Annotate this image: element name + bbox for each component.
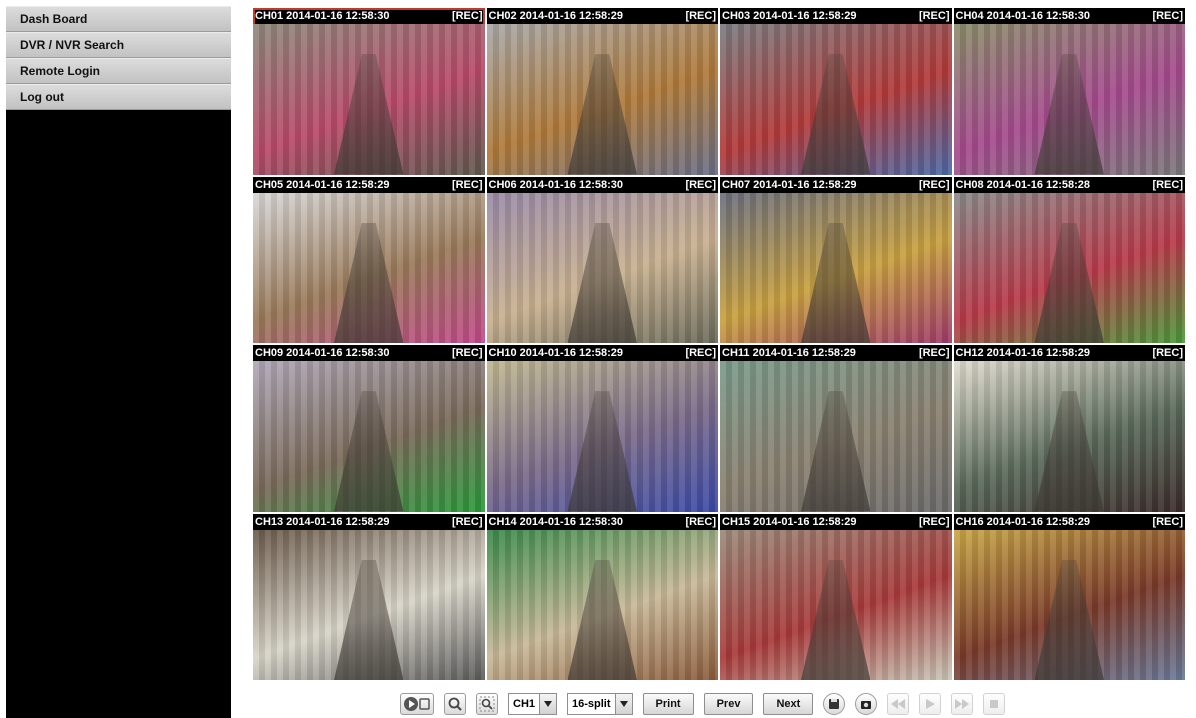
rec-badge: [REC] [1152,10,1183,22]
playback-toolbar: CH1 16-split Print Prev Next [400,692,1006,716]
rec-badge: [REC] [918,515,950,528]
rec-badge: [REC] [451,347,483,359]
camera-title: CH14 2014-01-16 12:58:30 [488,515,624,528]
camera-feed [953,529,1185,680]
rec-badge: [REC] [1152,178,1183,191]
rec-badge: [REC] [451,10,483,22]
camera-feed [253,361,485,512]
camera-feed [253,24,485,175]
camera-feed [486,361,718,512]
split-select[interactable]: 16-split [567,693,633,715]
stop-icon[interactable] [983,693,1006,715]
camera-feed [720,529,952,680]
camera-tile[interactable]: CH07 2014-01-16 12:58:29 [REC] [720,176,952,343]
camera-tile[interactable]: CH06 2014-01-16 12:58:30 [REC] [486,176,718,343]
search-icon[interactable] [444,693,466,715]
camera-feed [486,24,718,175]
fast-forward-icon[interactable] [951,693,974,715]
rec-badge: [REC] [685,347,716,359]
rec-badge: [REC] [918,10,950,22]
camera-grid: CH01 2014-01-16 12:58:30 [REC] CH02 2014-… [253,8,1185,680]
chevron-down-icon [539,694,557,714]
rewind-icon[interactable] [887,693,910,715]
camera-feed [486,192,718,343]
menu-item-dashboard[interactable]: Dash Board [6,6,231,32]
rec-badge: [REC] [1152,515,1183,528]
camera-tile[interactable]: CH11 2014-01-16 12:58:29 [REC] [720,345,952,512]
camera-tile[interactable]: CH02 2014-01-16 12:58:29 [REC] [486,8,718,175]
camera-title: CH01 2014-01-16 12:58:30 [255,10,390,22]
camera-tile[interactable]: CH14 2014-01-16 12:58:30 [REC] [486,513,718,680]
camera-title: CH07 2014-01-16 12:58:29 [722,178,857,191]
camera-tile[interactable]: CH10 2014-01-16 12:58:29 [REC] [486,345,718,512]
channel-select[interactable]: CH1 [508,693,558,715]
camera-title: CH08 2014-01-16 12:58:28 [955,178,1091,191]
camera-feed [486,529,718,680]
camera-feed [720,192,952,343]
camera-title: CH16 2014-01-16 12:58:29 [955,515,1091,528]
menu-item-logout[interactable]: Log out [6,84,231,110]
camera-feed [720,24,952,175]
zoom-icon[interactable] [476,693,498,715]
camera-tile[interactable]: CH12 2014-01-16 12:58:29 [REC] [953,345,1185,512]
camera-tile[interactable]: CH05 2014-01-16 12:58:29 [REC] [253,176,485,343]
camera-feed [953,192,1185,343]
split-select-value: 16-split [572,698,611,710]
camera-feed [253,192,485,343]
camera-title: CH11 2014-01-16 12:58:29 [722,347,856,359]
next-button[interactable]: Next [763,693,814,715]
camera-title: CH03 2014-01-16 12:58:29 [722,10,857,22]
camera-tile[interactable]: CH16 2014-01-16 12:58:29 [REC] [953,513,1185,680]
prev-button[interactable]: Prev [703,693,754,715]
channel-select-value: CH1 [513,698,536,710]
rec-badge: [REC] [685,515,716,528]
camera-title: CH04 2014-01-16 12:58:30 [955,10,1091,22]
rec-badge: [REC] [451,178,483,191]
menu-item-remote-login[interactable]: Remote Login [6,58,231,84]
camera-title: CH15 2014-01-16 12:58:29 [722,515,857,528]
camera-tile[interactable]: CH09 2014-01-16 12:58:30 [REC] [253,345,485,512]
camera-tile[interactable]: CH13 2014-01-16 12:58:29 [REC] [253,513,485,680]
rec-badge: [REC] [918,178,950,191]
camera-tile[interactable]: CH01 2014-01-16 12:58:30 [REC] [253,8,485,175]
camera-title: CH12 2014-01-16 12:58:29 [955,347,1091,359]
snapshot-icon[interactable] [855,693,878,715]
camera-title: CH13 2014-01-16 12:58:29 [255,515,390,528]
camera-tile[interactable]: CH04 2014-01-16 12:58:30 [REC] [953,8,1185,175]
camera-title: CH05 2014-01-16 12:58:29 [255,178,390,191]
sidebar: Dash Board DVR / NVR Search Remote Login… [6,6,231,718]
camera-tile[interactable]: CH08 2014-01-16 12:58:28 [REC] [953,176,1185,343]
camera-feed [720,361,952,512]
rec-badge: [REC] [685,10,716,22]
camera-title: CH09 2014-01-16 12:58:30 [255,347,390,359]
camera-title: CH06 2014-01-16 12:58:30 [488,178,624,191]
camera-feed [953,24,1185,175]
menu-item-dvr-nvr-search[interactable]: DVR / NVR Search [6,32,231,58]
camera-tile[interactable]: CH15 2014-01-16 12:58:29 [REC] [720,513,952,680]
rec-badge: [REC] [1152,347,1183,359]
camera-title: CH02 2014-01-16 12:58:29 [488,10,624,22]
rec-badge: [REC] [918,347,950,359]
save-icon[interactable] [823,693,846,715]
print-button[interactable]: Print [642,693,694,715]
camera-title: CH10 2014-01-16 12:58:29 [488,347,624,359]
play-icon[interactable] [919,693,942,715]
camera-feed [253,529,485,680]
rec-badge: [REC] [451,515,483,528]
camera-feed [953,361,1185,512]
play-record-icon[interactable] [400,693,434,715]
chevron-down-icon [614,694,632,714]
camera-tile[interactable]: CH03 2014-01-16 12:58:29 [REC] [720,8,952,175]
rec-badge: [REC] [685,178,716,191]
